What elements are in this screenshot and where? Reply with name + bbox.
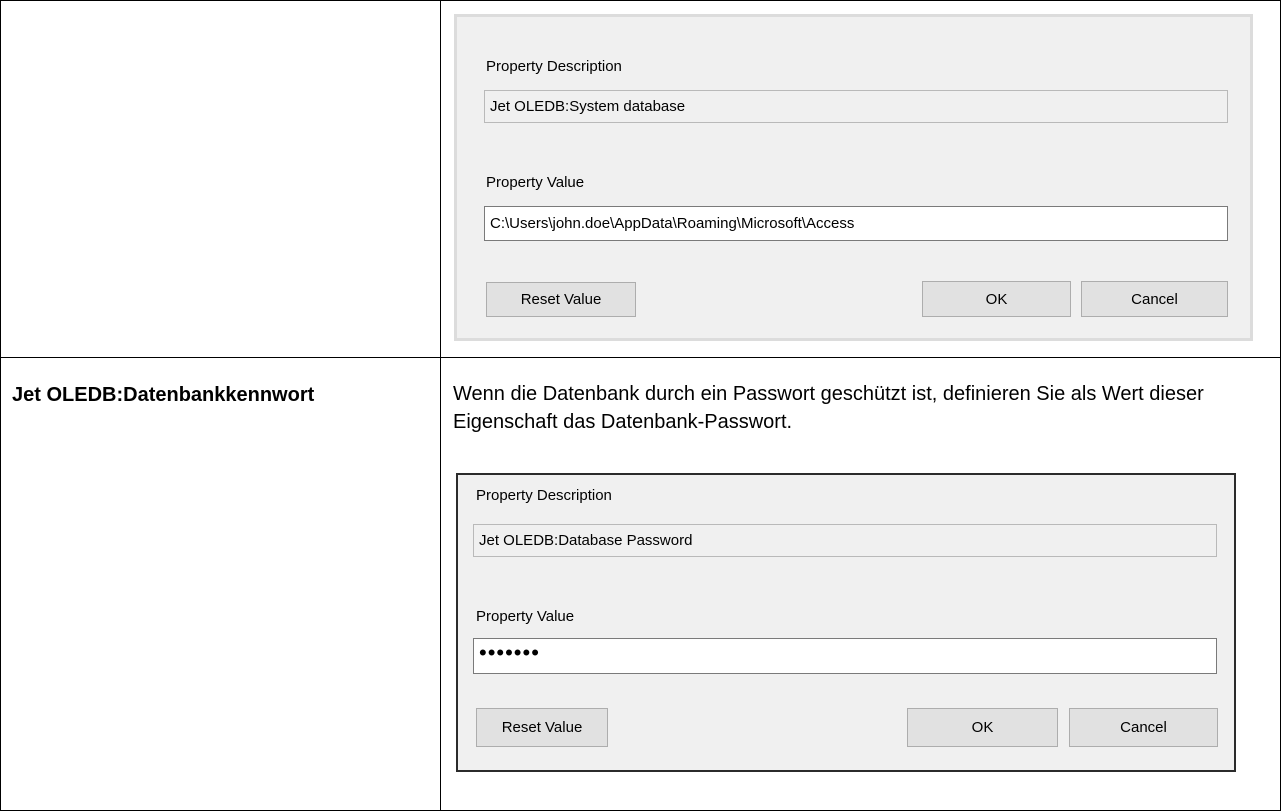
property-dialog-system-database: Property Description Jet OLEDB:System da… [454, 14, 1253, 341]
property-value-text: C:\Users\john.doe\AppData\Roaming\Micros… [490, 215, 855, 232]
term-label: Jet OLEDB:Datenbankkennwort [12, 383, 315, 406]
ok-button[interactable]: OK [907, 708, 1058, 747]
property-description-value: Jet OLEDB:System database [490, 98, 686, 115]
term-cell [0, 0, 441, 358]
term-cell: Jet OLEDB:Datenbankkennwort [0, 356, 441, 812]
property-value-label: Property Value [486, 174, 585, 191]
cancel-button[interactable]: Cancel [1081, 281, 1228, 317]
reset-value-label: Reset Value [520, 291, 602, 308]
term-label [1, 1, 440, 27]
property-description-field: Jet OLEDB:System database [484, 90, 1228, 123]
password-mask: ••••••• [479, 640, 540, 665]
property-value-label: Property Value [476, 608, 575, 625]
property-description-value: Jet OLEDB:Database Password [479, 532, 693, 549]
cancel-label: Cancel [1131, 290, 1178, 308]
description-text: Wenn die Datenbank durch ein Passwort ge… [453, 382, 1204, 433]
ok-button[interactable]: OK [922, 281, 1071, 317]
property-dialog-database-password: Property Description Jet OLEDB:Database … [456, 473, 1236, 772]
reset-value-button[interactable]: Reset Value [486, 282, 636, 317]
cancel-label: Cancel [1120, 719, 1167, 736]
cancel-button[interactable]: Cancel [1069, 708, 1218, 747]
property-description-label: Property Description [476, 487, 612, 504]
property-description-label: Property Description [486, 58, 622, 75]
ok-label: OK [971, 719, 994, 736]
ok-label: OK [985, 290, 1008, 308]
password-input[interactable]: ••••••• [473, 638, 1217, 674]
reset-value-button[interactable]: Reset Value [476, 708, 608, 747]
property-description-field: Jet OLEDB:Database Password [473, 524, 1217, 557]
property-value-input[interactable]: C:\Users\john.doe\AppData\Roaming\Micros… [484, 206, 1228, 241]
reset-value-label: Reset Value [501, 719, 583, 736]
